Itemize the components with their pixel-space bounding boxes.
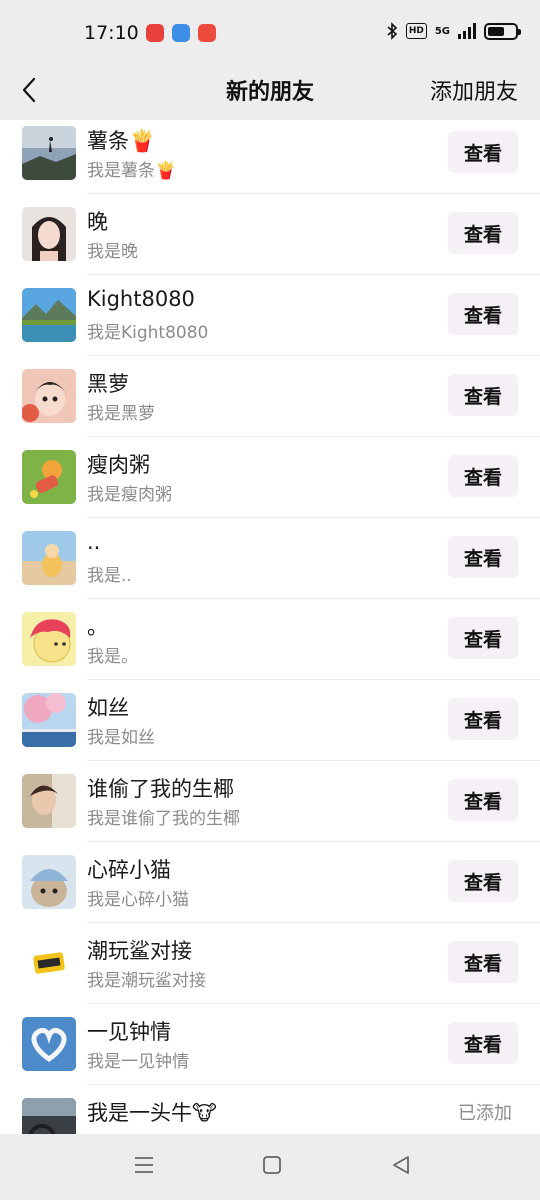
cat-with-hat-icon xyxy=(22,855,76,909)
friend-name: 一见钟情 xyxy=(87,1020,171,1044)
battery-level xyxy=(488,26,504,36)
system-nav-bar xyxy=(0,1134,540,1200)
car-interior-icon xyxy=(22,1098,76,1134)
list-item[interactable]: 黑萝 我是黑萝 查看 xyxy=(0,356,540,437)
avatar xyxy=(22,369,76,423)
child-portrait-icon xyxy=(22,369,76,423)
nav-header: 新的朋友 添加朋友 xyxy=(0,64,540,120)
friend-request-list: 薯条🍟 我是薯条🍟 查看 晚 我是晚 查看 Kight8080 我是Kight8… xyxy=(0,120,540,1134)
avatar xyxy=(22,531,76,585)
cartoon-on-grass-icon xyxy=(22,450,76,504)
view-button[interactable]: 查看 xyxy=(448,212,518,254)
list-item[interactable]: 晚 我是晚 查看 xyxy=(0,194,540,275)
avatar xyxy=(22,612,76,666)
friend-message: 我是谁偷了我的生椰 xyxy=(87,809,240,829)
brand-logo-icon xyxy=(22,936,76,990)
friend-name: .. xyxy=(87,530,101,554)
sakura-landscape-icon xyxy=(22,693,76,747)
friend-message: 我是瘦肉粥 xyxy=(87,485,172,505)
lake-landscape-icon xyxy=(22,288,76,342)
list-item[interactable]: 我是一头牛🐮 已添加 xyxy=(0,1085,540,1134)
friend-name: 如丝 xyxy=(87,696,129,720)
friend-name: 谁偷了我的生椰 xyxy=(87,777,234,801)
friend-name: 。 xyxy=(87,615,108,639)
view-button[interactable]: 查看 xyxy=(448,536,518,578)
friend-message: 我是。 xyxy=(87,647,138,667)
mountain-silhouette-icon xyxy=(22,126,76,180)
friend-message: 我是潮玩鲨对接 xyxy=(87,971,206,991)
friend-message: 我是薯条🍟 xyxy=(87,161,177,181)
bluetooth-icon xyxy=(387,22,397,40)
news-app-icon xyxy=(146,24,164,42)
status-time: 17:10 xyxy=(84,22,139,44)
signal-icon xyxy=(458,23,476,39)
friend-message: 我是如丝 xyxy=(87,728,155,748)
friend-message: 我是一见钟情 xyxy=(87,1052,189,1072)
friend-name: Kight8080 xyxy=(87,287,195,311)
list-item[interactable]: Kight8080 我是Kight8080 查看 xyxy=(0,275,540,356)
list-item[interactable]: 潮玩鲨对接 我是潮玩鲨对接 查看 xyxy=(0,923,540,1004)
browser-app-icon xyxy=(172,24,190,42)
avatar xyxy=(22,207,76,261)
view-button[interactable]: 查看 xyxy=(448,698,518,740)
status-indicators: HD 5G xyxy=(386,22,521,40)
avatar xyxy=(22,855,76,909)
view-button[interactable]: 查看 xyxy=(448,131,518,173)
view-button[interactable]: 查看 xyxy=(448,617,518,659)
friend-name: 心碎小猫 xyxy=(87,858,171,882)
list-item[interactable]: 一见钟情 我是一见钟情 查看 xyxy=(0,1004,540,1085)
added-status: 已添加 xyxy=(458,1103,512,1124)
view-button[interactable]: 查看 xyxy=(448,779,518,821)
avatar xyxy=(22,693,76,747)
avatar xyxy=(22,936,76,990)
friend-message: 我是.. xyxy=(87,566,132,586)
back-triangle-icon[interactable] xyxy=(390,1154,412,1176)
menu-icon[interactable] xyxy=(133,1154,155,1176)
list-item[interactable]: .. 我是.. 查看 xyxy=(0,518,540,599)
list-item[interactable]: 瘦肉粥 我是瘦肉粥 查看 xyxy=(0,437,540,518)
list-item[interactable]: 。 我是。 查看 xyxy=(0,599,540,680)
friend-name: 潮玩鲨对接 xyxy=(87,939,192,963)
avatar xyxy=(22,126,76,180)
heart-cloud-icon xyxy=(22,1017,76,1071)
view-button[interactable]: 查看 xyxy=(448,455,518,497)
friend-message: 我是Kight8080 xyxy=(87,323,209,343)
friend-message: 我是心碎小猫 xyxy=(87,890,189,910)
list-item[interactable]: 谁偷了我的生椰 我是谁偷了我的生椰 查看 xyxy=(0,761,540,842)
view-button[interactable]: 查看 xyxy=(448,860,518,902)
view-button[interactable]: 查看 xyxy=(448,941,518,983)
list-item[interactable]: 薯条🍟 我是薯条🍟 查看 xyxy=(0,120,540,194)
friend-name: 黑萝 xyxy=(87,372,129,396)
friend-name: 我是一头牛🐮 xyxy=(87,1101,217,1125)
friend-message: 我是晚 xyxy=(87,242,138,262)
avatar xyxy=(22,288,76,342)
music-app-icon xyxy=(198,24,216,42)
cat-on-beach-icon xyxy=(22,531,76,585)
friend-message: 我是黑萝 xyxy=(87,404,155,424)
avatar xyxy=(22,1098,76,1134)
person-photo-icon xyxy=(22,774,76,828)
girl-portrait-icon xyxy=(22,207,76,261)
home-icon[interactable] xyxy=(262,1154,282,1176)
battery-icon xyxy=(484,22,521,40)
avatar xyxy=(22,1017,76,1071)
status-bar: 17:10 HD 5G xyxy=(0,0,540,64)
network-label: 5G xyxy=(434,25,450,37)
status-app-icons xyxy=(146,24,216,42)
friend-name: 晚 xyxy=(87,210,108,234)
friend-name: 瘦肉粥 xyxy=(87,453,150,477)
avatar xyxy=(22,450,76,504)
view-button[interactable]: 查看 xyxy=(448,374,518,416)
list-item[interactable]: 心碎小猫 我是心碎小猫 查看 xyxy=(0,842,540,923)
hd-badge: HD xyxy=(405,23,427,39)
view-button[interactable]: 查看 xyxy=(448,293,518,335)
friend-name: 薯条🍟 xyxy=(87,129,156,153)
cartoon-boy-pink-hair-icon xyxy=(22,612,76,666)
add-friend-button[interactable]: 添加朋友 xyxy=(430,74,518,106)
list-item[interactable]: 如丝 我是如丝 查看 xyxy=(0,680,540,761)
avatar xyxy=(22,774,76,828)
view-button[interactable]: 查看 xyxy=(448,1022,518,1064)
